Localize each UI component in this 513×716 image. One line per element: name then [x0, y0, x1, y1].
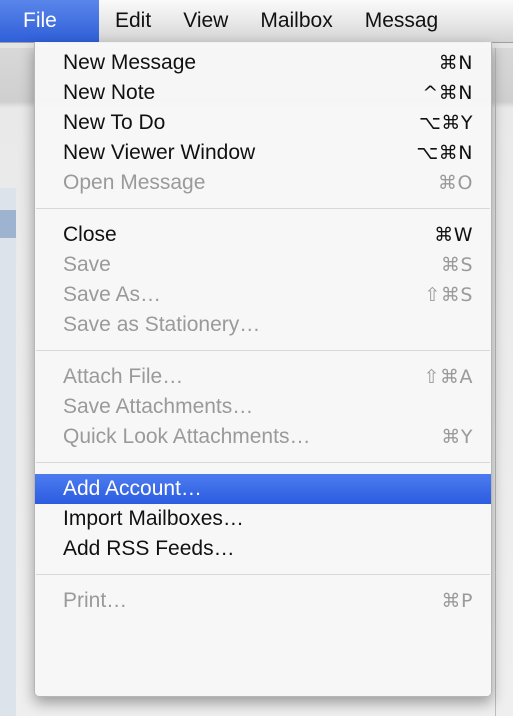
menu-item-label: Save as Stationery… — [63, 313, 261, 336]
menu-item-new-to-do[interactable]: New To Do ⌥⌘Y — [35, 108, 491, 138]
menu-item-label: New Note — [63, 81, 156, 104]
menu-item-add-account[interactable]: Add Account… — [35, 474, 491, 504]
menu-item-label: Close — [63, 223, 117, 246]
menu-mailbox[interactable]: Mailbox — [244, 0, 348, 42]
menu-bar: File Edit View Mailbox Messag — [0, 0, 513, 43]
menu-message[interactable]: Messag — [349, 0, 455, 42]
file-dropdown-menu: New Message ⌘N New Note ^⌘N New To Do ⌥⌘… — [34, 42, 492, 697]
menu-item-close[interactable]: Close ⌘W — [35, 220, 491, 250]
menu-item-shortcut: ⌘N — [438, 52, 473, 74]
menu-item-shortcut: ^⌘N — [422, 82, 473, 104]
menu-item-print: Print… ⌘P — [35, 586, 491, 616]
menu-item-shortcut: ⌘S — [440, 254, 473, 276]
menu-item-attach-file: Attach File… ⇧⌘A — [35, 362, 491, 392]
menu-item-shortcut: ⌘Y — [441, 426, 473, 448]
screen: File Edit View Mailbox Messag New Messag… — [0, 0, 513, 716]
menu-item-open-message: Open Message ⌘O — [35, 168, 491, 198]
menu-item-label: Import Mailboxes… — [63, 507, 244, 530]
menu-item-shortcut: ⌘P — [441, 590, 473, 612]
menu-item-save-as-stationery: Save as Stationery… — [35, 310, 491, 340]
menu-separator — [35, 340, 491, 362]
menu-file[interactable]: File — [0, 0, 99, 42]
menu-item-save: Save ⌘S — [35, 250, 491, 280]
menu-item-import-mailboxes[interactable]: Import Mailboxes… — [35, 504, 491, 534]
menu-item-shortcut: ⌥⌘N — [416, 142, 473, 164]
menu-item-save-attachments: Save Attachments… — [35, 392, 491, 422]
menu-item-label: Add RSS Feeds… — [63, 537, 235, 560]
menu-item-add-rss-feeds[interactable]: Add RSS Feeds… — [35, 534, 491, 564]
menu-item-label: Save As… — [63, 283, 162, 306]
background-sidebar-selection — [0, 210, 16, 238]
menu-edit[interactable]: Edit — [99, 0, 167, 42]
background-divider — [495, 48, 496, 716]
menu-item-label: Save Attachments… — [63, 395, 254, 418]
menu-separator — [35, 198, 491, 220]
menu-item-new-viewer-window[interactable]: New Viewer Window ⌥⌘N — [35, 138, 491, 168]
menu-item-quick-look-attachments: Quick Look Attachments… ⌘Y — [35, 422, 491, 452]
menu-item-label: New Viewer Window — [63, 141, 256, 164]
menu-view[interactable]: View — [167, 0, 244, 42]
menu-item-new-message[interactable]: New Message ⌘N — [35, 48, 491, 78]
menu-item-save-as: Save As… ⇧⌘S — [35, 280, 491, 310]
menu-item-label: New Message — [63, 51, 197, 74]
menu-item-label: Save — [63, 253, 111, 276]
menu-item-shortcut: ⇧⌘A — [423, 366, 473, 388]
menu-item-new-note[interactable]: New Note ^⌘N — [35, 78, 491, 108]
menu-item-shortcut: ⇧⌘S — [424, 284, 473, 306]
menu-item-shortcut: ⌘W — [434, 224, 473, 246]
menu-separator — [35, 564, 491, 586]
menu-item-label: Quick Look Attachments… — [63, 425, 311, 448]
menu-item-label: Open Message — [63, 171, 206, 194]
menu-item-label: Attach File… — [63, 365, 184, 388]
menu-item-label: Add Account… — [63, 477, 202, 500]
menu-separator — [35, 452, 491, 474]
menu-item-label: New To Do — [63, 111, 166, 134]
menu-item-shortcut: ⌘O — [438, 172, 473, 194]
menu-item-label: Print… — [63, 589, 128, 612]
background-sidebar — [0, 188, 16, 716]
menu-item-shortcut: ⌥⌘Y — [418, 112, 473, 134]
